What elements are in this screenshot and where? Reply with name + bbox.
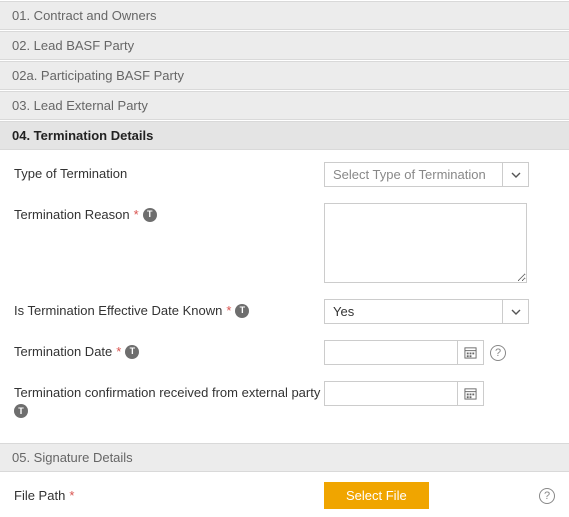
section-participating-basf-party[interactable]: 02a. Participating BASF Party bbox=[0, 61, 569, 90]
required-marker: * bbox=[134, 207, 139, 222]
effective-date-known-label: Is Termination Effective Date Known bbox=[14, 303, 222, 318]
termination-details-body: Type of Termination Select Type of Termi… bbox=[0, 150, 569, 442]
termination-date-field[interactable] bbox=[324, 340, 484, 365]
type-of-termination-value: Select Type of Termination bbox=[325, 163, 502, 186]
info-icon: T bbox=[235, 304, 249, 318]
termination-date-input[interactable] bbox=[325, 341, 457, 364]
chevron-down-icon bbox=[502, 300, 528, 323]
effective-date-known-value: Yes bbox=[325, 300, 502, 323]
calendar-icon[interactable] bbox=[457, 382, 483, 405]
info-icon: T bbox=[125, 345, 139, 359]
info-icon: T bbox=[143, 208, 157, 222]
required-marker: * bbox=[116, 344, 121, 359]
info-icon: T bbox=[14, 404, 28, 418]
section-lead-external-party[interactable]: 03. Lead External Party bbox=[0, 91, 569, 120]
chevron-down-icon bbox=[502, 163, 528, 186]
calendar-icon[interactable] bbox=[457, 341, 483, 364]
section-signature-details[interactable]: 05. Signature Details bbox=[0, 443, 569, 472]
type-of-termination-label: Type of Termination bbox=[14, 166, 127, 181]
section-contract-owners[interactable]: 01. Contract and Owners bbox=[0, 1, 569, 30]
required-marker: * bbox=[69, 488, 74, 503]
confirmation-date-input[interactable] bbox=[325, 382, 457, 405]
effective-date-known-select[interactable]: Yes bbox=[324, 299, 529, 324]
confirmation-date-field[interactable] bbox=[324, 381, 484, 406]
file-path-label: File Path bbox=[14, 488, 65, 503]
required-marker: * bbox=[226, 303, 231, 318]
termination-date-label: Termination Date bbox=[14, 344, 112, 359]
termination-reason-label: Termination Reason bbox=[14, 207, 130, 222]
confirmation-received-label: Termination confirmation received from e… bbox=[14, 385, 320, 400]
help-icon[interactable]: ? bbox=[490, 345, 506, 361]
help-icon[interactable]: ? bbox=[539, 488, 555, 504]
section-lead-basf-party[interactable]: 02. Lead BASF Party bbox=[0, 31, 569, 60]
termination-reason-input[interactable] bbox=[324, 203, 527, 283]
section-termination-details[interactable]: 04. Termination Details bbox=[0, 121, 569, 150]
select-file-button[interactable]: Select File bbox=[324, 482, 429, 509]
type-of-termination-select[interactable]: Select Type of Termination bbox=[324, 162, 529, 187]
